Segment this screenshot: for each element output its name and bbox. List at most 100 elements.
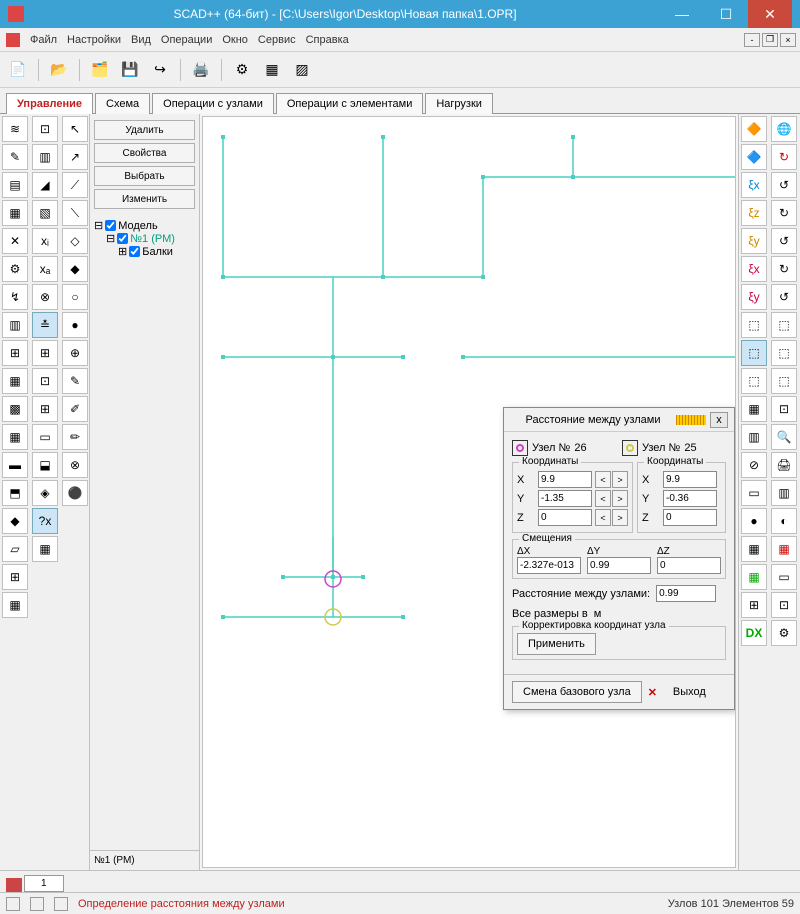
- view-icon[interactable]: ▦: [771, 536, 797, 562]
- mdi-close-button[interactable]: ×: [780, 33, 796, 47]
- menu-file[interactable]: Файл: [30, 34, 57, 46]
- print-icon[interactable]: 🖨: [771, 452, 797, 478]
- menu-settings[interactable]: Настройки: [67, 34, 121, 46]
- tool-icon[interactable]: ✕: [2, 228, 28, 254]
- cursor-icon[interactable]: ✐: [62, 396, 88, 422]
- view-icon[interactable]: 🔶: [741, 116, 767, 142]
- a-z-input[interactable]: [538, 509, 592, 526]
- tool-icon[interactable]: ⬒: [2, 480, 28, 506]
- tool-icon[interactable]: ↯: [2, 284, 28, 310]
- tool-icon[interactable]: ⊡: [32, 368, 58, 394]
- openfolder-icon[interactable]: 🗂️: [88, 58, 112, 82]
- tool-icon[interactable]: ✎: [2, 144, 28, 170]
- tree-check[interactable]: [105, 220, 116, 231]
- cursor-icon[interactable]: ◆: [62, 256, 88, 282]
- tool-icon[interactable]: ⊞: [32, 340, 58, 366]
- tree-check[interactable]: [117, 233, 128, 244]
- clear-icon[interactable]: ▨: [290, 58, 314, 82]
- grid-icon[interactable]: ▦: [260, 58, 284, 82]
- copy-right-button[interactable]: >: [612, 490, 628, 507]
- view-icon[interactable]: ▭: [771, 564, 797, 590]
- view-icon[interactable]: ◐: [771, 508, 797, 534]
- arrow-icon[interactable]: ↻: [771, 200, 797, 226]
- cursor-icon[interactable]: ⊗: [62, 452, 88, 478]
- export-icon[interactable]: ↪: [148, 58, 172, 82]
- tool-icon[interactable]: ▦: [2, 368, 28, 394]
- tool-icon[interactable]: ▦: [2, 592, 28, 618]
- axis-icon[interactable]: ξy: [741, 228, 767, 254]
- projection-icon[interactable]: ⬚: [771, 312, 797, 338]
- new-icon[interactable]: 📄: [6, 58, 30, 82]
- tool-icon[interactable]: ⊞: [32, 396, 58, 422]
- menu-operations[interactable]: Операции: [161, 34, 212, 46]
- zoom-icon[interactable]: 🔍: [771, 424, 797, 450]
- dz-input[interactable]: [657, 557, 721, 574]
- tool-icon[interactable]: ▦: [2, 200, 28, 226]
- print-icon[interactable]: 🖨️: [189, 58, 213, 82]
- tool-icon[interactable]: ◢: [32, 172, 58, 198]
- tool-icon[interactable]: ?x: [32, 508, 58, 534]
- copy-right-button[interactable]: >: [612, 471, 628, 488]
- tool-icon[interactable]: ◈: [32, 480, 58, 506]
- dx-button[interactable]: DX: [741, 620, 767, 646]
- tool-icon[interactable]: xᵢ: [32, 228, 58, 254]
- cursor-icon[interactable]: ○: [62, 284, 88, 310]
- cursor-icon[interactable]: ⚫: [62, 480, 88, 506]
- dy-input[interactable]: [587, 557, 651, 574]
- arrow-icon[interactable]: ↻: [771, 256, 797, 282]
- menu-help[interactable]: Справка: [306, 34, 349, 46]
- tab-manage[interactable]: Управление: [6, 93, 93, 114]
- dialog-close-button[interactable]: x: [710, 412, 728, 428]
- minimize-button[interactable]: —: [660, 0, 704, 28]
- tab-elem-ops[interactable]: Операции с элементами: [276, 93, 423, 114]
- axis-icon[interactable]: ξx: [741, 256, 767, 282]
- projection-icon[interactable]: ⬚: [741, 340, 767, 366]
- a-y-input[interactable]: [538, 490, 592, 507]
- menu-window[interactable]: Окно: [222, 34, 248, 46]
- tool-icon[interactable]: ▥: [32, 144, 58, 170]
- cursor-icon[interactable]: ⟋: [62, 172, 88, 198]
- copy-left-button[interactable]: <: [595, 471, 611, 488]
- axis-icon[interactable]: ξx: [741, 172, 767, 198]
- save-icon[interactable]: 💾: [118, 58, 142, 82]
- projection-icon[interactable]: ⬚: [741, 368, 767, 394]
- change-base-button[interactable]: Смена базового узла: [512, 681, 642, 703]
- view-icon[interactable]: ⊡: [771, 592, 797, 618]
- tab-node-ops[interactable]: Операции с узлами: [152, 93, 274, 114]
- apply-button[interactable]: Применить: [517, 633, 596, 655]
- axis-icon[interactable]: ξz: [741, 200, 767, 226]
- tab-loads[interactable]: Нагрузки: [425, 93, 493, 114]
- model-tree[interactable]: ⊟Модель ⊟№1 (РМ) ⊞Балки: [90, 215, 199, 850]
- tool-icon[interactable]: ⊡: [32, 116, 58, 142]
- dx-input[interactable]: [517, 557, 581, 574]
- mdi-restore-button[interactable]: ❐: [762, 33, 778, 47]
- tool-icon[interactable]: ▦: [2, 424, 28, 450]
- menu-service[interactable]: Сервис: [258, 34, 296, 46]
- tree-child2[interactable]: Балки: [142, 246, 173, 258]
- canvas[interactable]: Расстояние между узлами x Узел № 26 Узе: [202, 116, 736, 868]
- cursor-icon[interactable]: ◇: [62, 228, 88, 254]
- tool-icon[interactable]: ⊗: [32, 284, 58, 310]
- tree-check[interactable]: [129, 246, 140, 257]
- tool-icon[interactable]: ▬: [2, 452, 28, 478]
- projection-icon[interactable]: ⬚: [771, 340, 797, 366]
- view-icon[interactable]: ▥: [741, 424, 767, 450]
- view-icon[interactable]: ⊘: [741, 452, 767, 478]
- projection-icon[interactable]: ⬚: [741, 312, 767, 338]
- view-icon[interactable]: ⚙: [771, 620, 797, 646]
- arrow-icon[interactable]: ↺: [771, 284, 797, 310]
- cursor-icon[interactable]: ↗: [62, 144, 88, 170]
- tool-icon[interactable]: ⚙: [2, 256, 28, 282]
- view-icon[interactable]: ⊡: [771, 396, 797, 422]
- b-x-input[interactable]: [663, 471, 717, 488]
- menu-view[interactable]: Вид: [131, 34, 151, 46]
- tool-icon[interactable]: ▤: [2, 172, 28, 198]
- view-icon[interactable]: ●: [741, 508, 767, 534]
- tool-icon[interactable]: ▭: [32, 424, 58, 450]
- tool-icon[interactable]: ▧: [32, 200, 58, 226]
- close-button[interactable]: ✕: [748, 0, 792, 28]
- maximize-button[interactable]: ☐: [704, 0, 748, 28]
- tree-root[interactable]: Модель: [118, 220, 157, 232]
- cursor-icon[interactable]: ↖: [62, 116, 88, 142]
- view-icon[interactable]: ▭: [741, 480, 767, 506]
